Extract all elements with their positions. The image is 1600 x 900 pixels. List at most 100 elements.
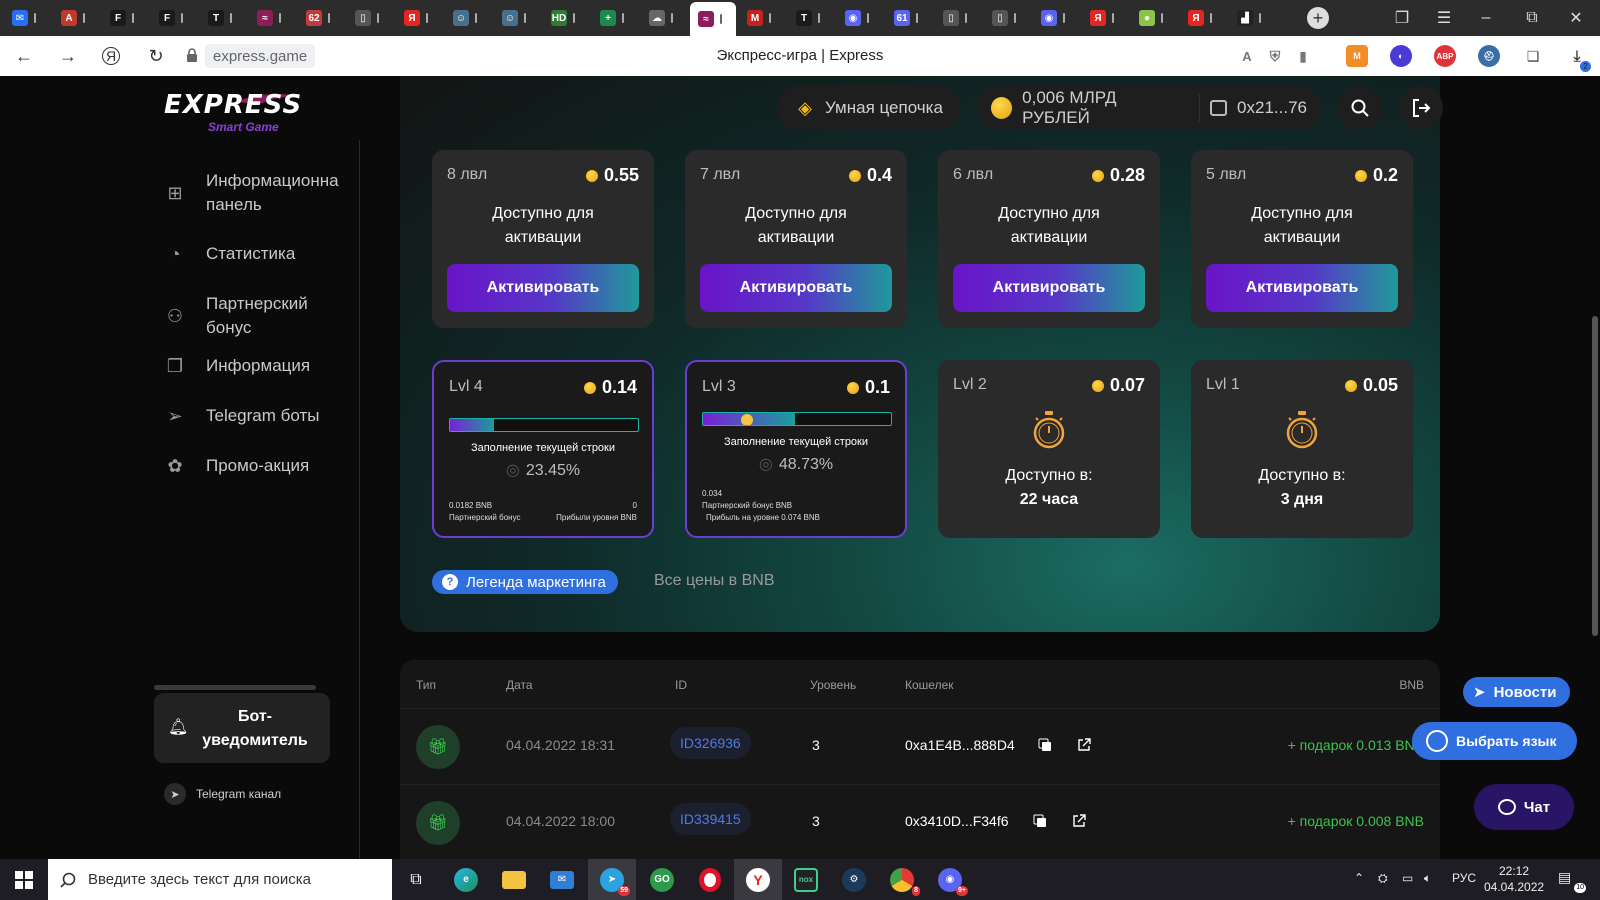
row-id-link[interactable]: ID339415 (670, 803, 751, 835)
tab-close-icon[interactable] (867, 13, 869, 23)
browser-tab[interactable]: 61 (886, 4, 932, 32)
adblock-icon[interactable]: ABP (1434, 45, 1456, 67)
balance-wallet-pill[interactable]: 0,006 МЛРД РУБЛЕЙ 0x21...76 (977, 86, 1321, 130)
close-window-button[interactable]: ✕ (1566, 8, 1586, 28)
tab-close-icon[interactable] (671, 13, 673, 23)
browser-tab[interactable]: ▯ (935, 4, 981, 32)
browser-tab[interactable]: ▯ (347, 4, 393, 32)
telegram-app[interactable]: ➤ 59 (588, 859, 636, 900)
browser-tab[interactable]: Я (1082, 4, 1128, 32)
tray-overflow-icon[interactable]: ⌃ (1354, 871, 1364, 885)
network-icon[interactable]: ▭ (1402, 871, 1413, 885)
choose-language-button[interactable]: Выбрать язык (1412, 722, 1577, 760)
browser-tab[interactable]: Я (396, 4, 442, 32)
sidebar-item-telegram[interactable]: ➢ Telegram боты (164, 404, 344, 428)
tab-close-icon[interactable] (1112, 13, 1114, 23)
smart-chain-pill[interactable]: ◈ Умная цепочка (777, 86, 961, 130)
tab-close-icon[interactable] (524, 13, 526, 23)
back-button[interactable]: ← (14, 46, 34, 66)
nox-app[interactable]: nox (782, 859, 830, 900)
opera-app[interactable] (686, 859, 734, 900)
browser-tab[interactable]: T (200, 4, 246, 32)
search-button[interactable] (1338, 86, 1382, 130)
browser-menu-icon[interactable]: ☰ (1434, 8, 1454, 28)
sidebar-item-stats[interactable]: ◔ Статистика (164, 242, 344, 266)
chat-button[interactable]: Чат (1474, 784, 1574, 830)
extension-icon[interactable]: ◐ (1390, 45, 1412, 67)
tab-close-icon[interactable] (279, 13, 281, 23)
tab-close-icon[interactable] (1014, 13, 1016, 23)
marketing-legend-button[interactable]: ? Легенда маркетинга (432, 570, 618, 594)
volume-icon[interactable]: 🔈︎ (1424, 871, 1431, 886)
browser-tab[interactable]: A (53, 4, 99, 32)
browser-tab[interactable]: + (592, 4, 638, 32)
tab-close-icon[interactable] (720, 14, 722, 24)
copy-icon[interactable] (1033, 814, 1047, 828)
vpn-icon[interactable]: ⛑ (1478, 45, 1500, 67)
sidebar-item-promo[interactable]: ✿ Промо-акция (164, 454, 344, 478)
tab-close-icon[interactable] (34, 13, 36, 23)
gog-app[interactable]: GO (638, 859, 686, 900)
browser-tab[interactable]: ◉ (837, 4, 883, 32)
tab-close-icon[interactable] (1063, 13, 1065, 23)
tab-close-icon[interactable] (1259, 13, 1261, 23)
yandex-home-icon[interactable]: Я (102, 47, 120, 65)
input-language[interactable]: РУС (1452, 871, 1476, 885)
copy-icon[interactable] (1038, 738, 1052, 752)
bot-notifier-button[interactable]: 🔔︎ Бот-уведомитель (154, 693, 330, 763)
browser-tab[interactable]: 62 (298, 4, 344, 32)
external-link-icon[interactable] (1077, 738, 1091, 752)
tab-close-icon[interactable] (1161, 13, 1163, 23)
tab-collections-icon[interactable]: ❐ (1392, 8, 1412, 28)
steam-app[interactable]: ⚙ (830, 859, 878, 900)
browser-tab[interactable]: ☺ (445, 4, 491, 32)
explorer-app[interactable] (490, 859, 538, 900)
tab-close-icon[interactable] (622, 13, 624, 23)
browser-tab[interactable]: F (151, 4, 197, 32)
browser-tab[interactable]: ✉ (4, 4, 50, 32)
notification-center-button[interactable]: ▤ 10 (1558, 869, 1586, 893)
protect-icon[interactable]: ⛨ (1264, 45, 1286, 67)
tab-close-icon[interactable] (965, 13, 967, 23)
tab-close-icon[interactable] (132, 13, 134, 23)
news-button[interactable]: ➤ Новости (1463, 677, 1571, 707)
discord-app[interactable]: ◉ 9+ (926, 859, 974, 900)
tab-close-icon[interactable] (818, 13, 820, 23)
tab-close-icon[interactable] (426, 13, 428, 23)
clock[interactable]: 22:12 04.04.2022 (1484, 863, 1544, 895)
browser-tab[interactable]: ☁ (641, 4, 687, 32)
telegram-channel-link[interactable]: ➤ Telegram канал (164, 783, 281, 805)
start-button[interactable] (0, 859, 48, 900)
browser-tab[interactable]: ≈ (690, 2, 736, 36)
row-id-link[interactable]: ID326936 (670, 727, 751, 759)
browser-tab[interactable]: ● (1131, 4, 1177, 32)
browser-tab[interactable]: F (102, 4, 148, 32)
tab-close-icon[interactable] (916, 13, 918, 23)
page-scrollbar[interactable] (1592, 316, 1598, 636)
taskbar-search-input[interactable]: Введите здесь текст для поиска (48, 859, 392, 900)
minimize-button[interactable]: – (1476, 8, 1496, 28)
maximize-button[interactable]: ⧉ (1522, 8, 1542, 28)
browser-tab[interactable]: HD (543, 4, 589, 32)
reload-button[interactable]: ↻ (146, 46, 166, 66)
browser-tab[interactable]: ≈ (249, 4, 295, 32)
tab-close-icon[interactable] (475, 13, 477, 23)
browser-tab[interactable]: ◉ (1033, 4, 1079, 32)
activate-button[interactable]: Активировать (700, 264, 892, 312)
tray-device-icon[interactable]: ⛭ (1378, 871, 1388, 886)
express-logo[interactable]: EXPRESS Smart Game (164, 88, 304, 136)
metamask-icon[interactable]: M (1346, 45, 1368, 67)
activate-button[interactable]: Активировать (1206, 264, 1398, 312)
sidebar-item-info[interactable]: ❐ Информация (164, 354, 344, 378)
tab-close-icon[interactable] (377, 13, 379, 23)
edge-app[interactable]: e (442, 859, 490, 900)
tab-close-icon[interactable] (769, 13, 771, 23)
sidebar-scrollbar[interactable] (154, 685, 316, 690)
tab-close-icon[interactable] (328, 13, 330, 23)
tab-close-icon[interactable] (573, 13, 575, 23)
browser-tab[interactable]: Я (1180, 4, 1226, 32)
url-field[interactable]: express.game (205, 44, 316, 68)
browser-tab[interactable]: ▟ (1229, 4, 1275, 32)
activate-button[interactable]: Активировать (953, 264, 1145, 312)
browser-tab[interactable]: ☺ (494, 4, 540, 32)
